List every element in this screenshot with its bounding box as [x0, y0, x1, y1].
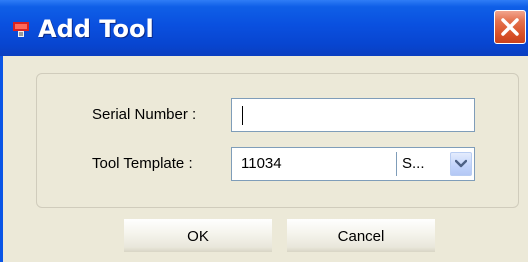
ok-button[interactable]: OK	[124, 219, 272, 252]
tool-icon	[12, 20, 30, 38]
serial-number-label: Serial Number :	[92, 106, 197, 123]
tool-template-value: 11034	[241, 155, 282, 172]
tool-template-label: Tool Template :	[92, 155, 193, 172]
title-bar[interactable]: Add Tool	[0, 0, 528, 56]
dropdown-button[interactable]	[450, 152, 472, 176]
add-tool-dialog: Add Tool Serial Number : Tool Template :…	[0, 0, 528, 262]
tool-template-secondary: S...	[402, 155, 425, 172]
close-button[interactable]	[494, 10, 526, 44]
cancel-button[interactable]: Cancel	[287, 219, 435, 252]
close-icon	[501, 18, 519, 36]
text-caret	[242, 106, 243, 125]
combo-separator	[396, 152, 397, 176]
chevron-down-icon	[455, 159, 467, 168]
serial-number-input[interactable]	[231, 98, 475, 132]
form-group-box	[36, 73, 519, 208]
window-title: Add Tool	[38, 15, 154, 43]
tool-template-combobox[interactable]: 11034 S...	[231, 147, 475, 181]
